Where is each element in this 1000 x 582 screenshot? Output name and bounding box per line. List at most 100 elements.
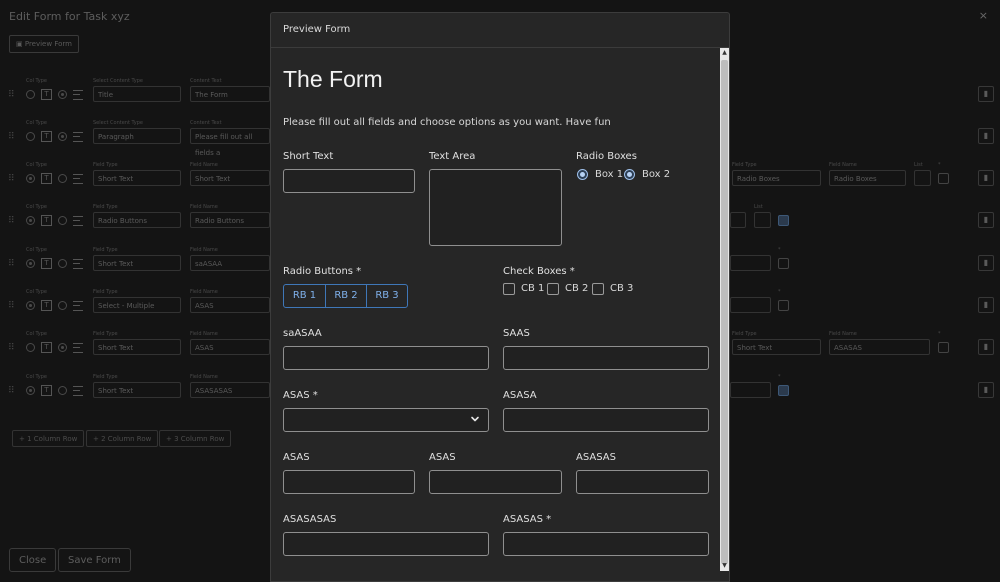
drag-handle-icon[interactable]: ⠿ — [8, 132, 16, 142]
scroll-up-icon[interactable]: ▲ — [720, 48, 729, 58]
required-checkbox[interactable] — [938, 342, 949, 353]
type-select[interactable]: Short Text — [732, 339, 821, 355]
text-type-icon[interactable]: T — [41, 215, 52, 226]
drag-handle-icon[interactable]: ⠿ — [8, 386, 16, 396]
align-icon[interactable] — [73, 301, 83, 311]
name-input[interactable]: ASAS — [190, 339, 270, 355]
preview-form-button[interactable]: ▣ Preview Form — [9, 35, 79, 53]
name-input[interactable]: saASAA — [190, 255, 270, 271]
drag-handle-icon[interactable]: ⠿ — [8, 343, 16, 353]
required-checkbox[interactable] — [778, 215, 789, 226]
name-input[interactable]: ASASAS — [829, 339, 930, 355]
text-input[interactable] — [283, 470, 415, 494]
required-checkbox[interactable] — [938, 173, 949, 184]
trash-icon[interactable]: ▮ — [978, 382, 994, 398]
name-input[interactable]: ASAS — [190, 297, 270, 313]
text-type-icon[interactable]: T — [41, 385, 52, 396]
name-input[interactable]: Radio Boxes — [829, 170, 906, 186]
text-input[interactable] — [429, 470, 562, 494]
align-icon[interactable] — [73, 216, 83, 226]
name-input[interactable] — [730, 297, 771, 313]
type-select[interactable]: Short Text — [93, 339, 181, 355]
multi-select[interactable] — [283, 408, 489, 432]
text-type-icon[interactable]: T — [41, 131, 52, 142]
trash-icon[interactable]: ▮ — [978, 128, 994, 144]
col-type-radio[interactable] — [26, 343, 35, 352]
col-type-radio[interactable] — [58, 174, 67, 183]
col-type-radio[interactable] — [26, 386, 35, 395]
radio-box-2[interactable] — [624, 169, 635, 180]
drag-handle-icon[interactable]: ⠿ — [8, 301, 16, 311]
required-checkbox[interactable] — [778, 385, 789, 396]
col-type-radio[interactable] — [26, 90, 35, 99]
col-type-radio[interactable] — [26, 301, 35, 310]
add-1-column-row-button[interactable]: + 1 Column Row — [12, 430, 85, 447]
list-input[interactable] — [730, 212, 746, 228]
required-checkbox[interactable] — [778, 300, 789, 311]
name-input[interactable]: ASASASAS — [190, 382, 270, 398]
name-input[interactable] — [730, 382, 771, 398]
scroll-thumb[interactable] — [721, 60, 728, 564]
drag-handle-icon[interactable]: ⠿ — [8, 216, 16, 226]
scroll-down-icon[interactable]: ▼ — [720, 561, 729, 571]
trash-icon[interactable]: ▮ — [978, 212, 994, 228]
type-select[interactable]: Select - Multiple — [93, 297, 181, 313]
text-input[interactable] — [503, 408, 709, 432]
text-area-input[interactable] — [429, 169, 562, 246]
text-input[interactable] — [283, 346, 489, 370]
col-type-radio[interactable] — [58, 386, 67, 395]
col-type-radio[interactable] — [58, 343, 67, 352]
trash-icon[interactable]: ▮ — [978, 339, 994, 355]
trash-icon[interactable]: ▮ — [978, 255, 994, 271]
trash-icon[interactable]: ▮ — [978, 297, 994, 313]
type-select[interactable]: Title — [93, 86, 181, 102]
scrollbar[interactable]: ▲ ▼ — [720, 48, 729, 571]
align-icon[interactable] — [73, 259, 83, 269]
col-type-radio[interactable] — [26, 216, 35, 225]
name-input[interactable]: The Form — [190, 86, 270, 102]
checkbox-cb2[interactable] — [547, 283, 559, 295]
type-select[interactable]: Short Text — [93, 382, 181, 398]
type-select[interactable]: Radio Buttons — [93, 212, 181, 228]
close-button[interactable]: Close — [9, 548, 57, 572]
trash-icon[interactable]: ▮ — [978, 86, 994, 102]
radio-button-rb3[interactable]: RB 3 — [366, 285, 407, 307]
add-2-column-row-button[interactable]: + 2 Column Row — [86, 430, 159, 447]
checkbox-cb3[interactable] — [592, 283, 604, 295]
align-icon[interactable] — [73, 343, 83, 353]
close-icon[interactable]: × — [979, 9, 988, 22]
col-type-radio[interactable] — [58, 216, 67, 225]
radio-button-rb1[interactable]: RB 1 — [284, 285, 325, 307]
required-checkbox[interactable] — [778, 258, 789, 269]
align-icon[interactable] — [73, 90, 83, 100]
list-button[interactable] — [754, 212, 771, 228]
text-type-icon[interactable]: T — [41, 89, 52, 100]
name-input[interactable] — [730, 255, 771, 271]
align-icon[interactable] — [73, 174, 83, 184]
col-type-radio[interactable] — [58, 90, 67, 99]
checkbox-cb1[interactable] — [503, 283, 515, 295]
name-input[interactable]: Radio Buttons — [190, 212, 270, 228]
col-type-radio[interactable] — [58, 132, 67, 141]
name-input[interactable]: Short Text — [190, 170, 270, 186]
short-text-input[interactable] — [283, 169, 415, 193]
radio-button-rb2[interactable]: RB 2 — [325, 285, 366, 307]
col-type-radio[interactable] — [26, 259, 35, 268]
name-input[interactable]: Please fill out all fields a — [190, 128, 270, 157]
col-type-radio[interactable] — [26, 132, 35, 141]
text-type-icon[interactable]: T — [41, 300, 52, 311]
modal-body[interactable]: The Form Please fill out all fields and … — [271, 48, 720, 581]
type-select[interactable]: Radio Boxes — [732, 170, 821, 186]
drag-handle-icon[interactable]: ⠿ — [8, 90, 16, 100]
drag-handle-icon[interactable]: ⠿ — [8, 259, 16, 269]
text-input[interactable] — [283, 532, 489, 556]
align-icon[interactable] — [73, 132, 83, 142]
add-3-column-row-button[interactable]: + 3 Column Row — [159, 430, 232, 447]
save-form-button[interactable]: Save Form — [58, 548, 131, 572]
col-type-radio[interactable] — [26, 174, 35, 183]
text-input[interactable] — [576, 470, 709, 494]
text-type-icon[interactable]: T — [41, 342, 52, 353]
text-input[interactable] — [503, 532, 709, 556]
list-button[interactable] — [914, 170, 931, 186]
type-select[interactable]: Paragraph — [93, 128, 181, 144]
